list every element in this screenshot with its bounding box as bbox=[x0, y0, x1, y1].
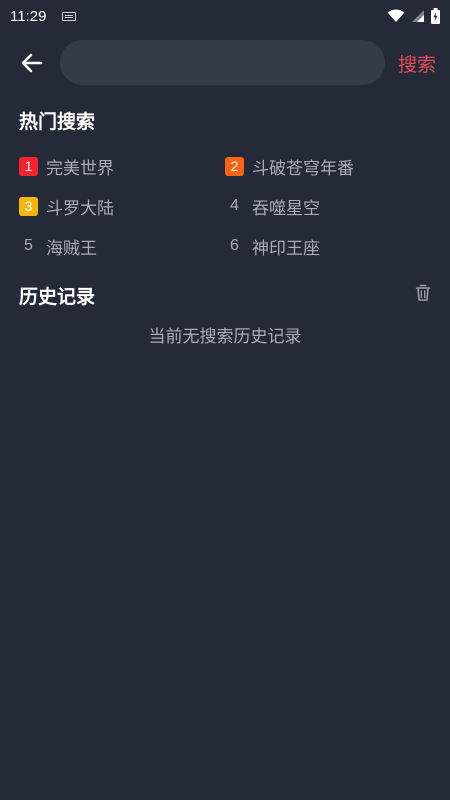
status-icons bbox=[387, 8, 440, 24]
back-button[interactable] bbox=[14, 46, 50, 80]
hot-search-item-4[interactable]: 4 吞噬星空 bbox=[225, 194, 320, 219]
hot-search-label: 完美世界 bbox=[46, 158, 114, 179]
hot-search-label: 神印王座 bbox=[252, 238, 320, 259]
battery-icon bbox=[431, 8, 440, 24]
hot-search-title: 热门搜索 bbox=[19, 111, 96, 133]
hot-search-label: 斗破苍穹年番 bbox=[252, 158, 354, 179]
hot-search-label: 吞噬星空 bbox=[252, 198, 320, 219]
trash-icon bbox=[415, 284, 431, 301]
history-empty-text: 当前无搜索历史记录 bbox=[148, 327, 302, 347]
status-time: 11:29 bbox=[10, 7, 47, 25]
hot-search-item-2[interactable]: 2 斗破苍穹年番 bbox=[225, 154, 354, 179]
clear-history-button[interactable] bbox=[414, 283, 432, 303]
rank-badge: 2 bbox=[225, 156, 244, 176]
hot-search-item-3[interactable]: 3 斗罗大陆 bbox=[19, 194, 114, 219]
keyboard-icon bbox=[62, 11, 77, 21]
back-arrow-icon bbox=[21, 53, 43, 73]
wifi-icon bbox=[387, 9, 405, 22]
rank-number: 6 bbox=[230, 237, 239, 254]
hot-search-label: 斗罗大陆 bbox=[46, 198, 114, 219]
hot-search-item-1[interactable]: 1 完美世界 bbox=[19, 154, 114, 179]
history-title: 历史记录 bbox=[19, 286, 96, 308]
search-input[interactable] bbox=[60, 40, 385, 85]
rank-number: 5 bbox=[24, 237, 33, 254]
signal-icon bbox=[412, 10, 424, 22]
rank-badge: 1 bbox=[19, 156, 38, 176]
hot-search-label: 海贼王 bbox=[46, 238, 97, 259]
hot-search-item-6[interactable]: 6 神印王座 bbox=[225, 234, 320, 259]
search-bar: 搜索 bbox=[0, 40, 450, 86]
search-button[interactable]: 搜索 bbox=[398, 50, 436, 77]
hot-search-item-5[interactable]: 5 海贼王 bbox=[19, 234, 97, 259]
rank-badge: 3 bbox=[19, 196, 38, 216]
rank-number: 4 bbox=[230, 197, 239, 214]
status-bar: 11:29 bbox=[0, 0, 450, 32]
